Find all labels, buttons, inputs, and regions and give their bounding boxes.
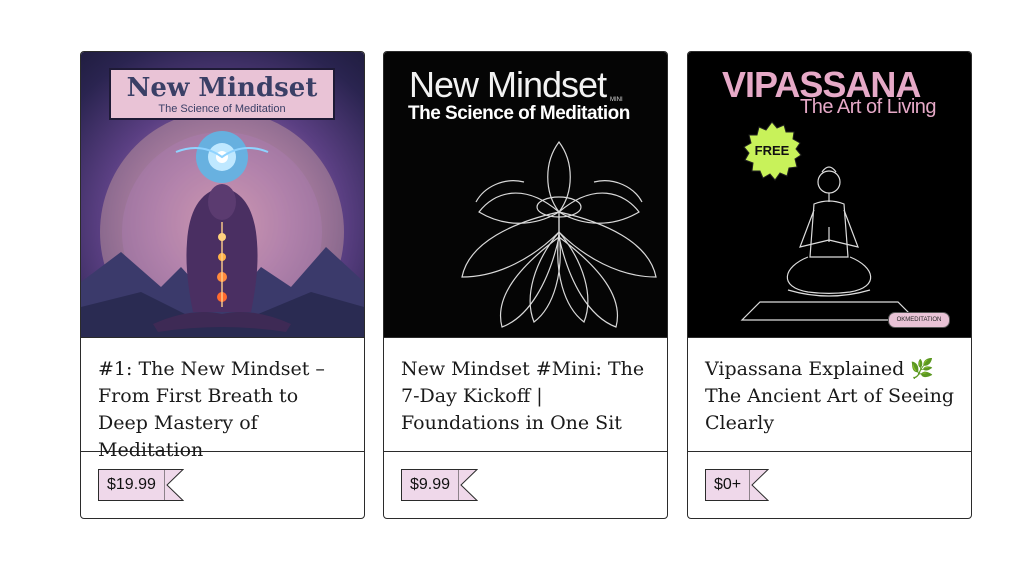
- product-title[interactable]: #1: The New Mindset – From First Breath …: [98, 356, 350, 464]
- product-price-area: $9.99: [384, 452, 667, 518]
- product-title[interactable]: New Mindset #Mini: The 7-Day Kickoff | F…: [401, 356, 653, 437]
- price-label: $0+: [705, 469, 750, 501]
- price-tag-tail-icon: [749, 469, 770, 501]
- cover-title: New Mindset: [126, 73, 318, 103]
- product-cover-image[interactable]: VIPASSANA The Art of Living FREE OKMEDIT…: [688, 52, 971, 337]
- cover-title: New Mindset: [409, 64, 607, 105]
- cover-subtitle: The Science of Meditation: [158, 103, 286, 115]
- price-label: $19.99: [98, 469, 164, 501]
- product-title-area: Vipassana Explained 🌿 The Ancient Art of…: [688, 337, 971, 452]
- product-price-area: $19.99: [81, 452, 364, 518]
- product-card-new-mindset[interactable]: New Mindset The Science of Meditation #1…: [80, 51, 365, 519]
- product-title-area: #1: The New Mindset – From First Breath …: [81, 337, 364, 461]
- price-tag: $19.99: [98, 469, 184, 501]
- product-card-vipassana[interactable]: VIPASSANA The Art of Living FREE OKMEDIT…: [687, 51, 972, 519]
- free-badge-label: FREE: [754, 143, 790, 158]
- price-tag: $0+: [705, 469, 770, 501]
- product-price-area: $0+: [688, 452, 971, 518]
- price-tag-tail-icon: [458, 469, 479, 501]
- cover-subtitle: The Science of Meditation: [408, 103, 630, 124]
- price-tag: $9.99: [401, 469, 479, 501]
- cover-subtitle: The Art of Living: [800, 96, 937, 118]
- product-grid: New Mindset The Science of Meditation #1…: [80, 51, 974, 521]
- price-label: $9.99: [401, 469, 459, 501]
- product-title-area: New Mindset #Mini: The 7-Day Kickoff | F…: [384, 337, 667, 452]
- product-card-new-mindset-mini[interactable]: New Mindset MINI The Science of Meditati…: [383, 51, 668, 519]
- price-tag-tail-icon: [163, 469, 184, 501]
- cover-title-frame: New Mindset The Science of Meditation: [109, 68, 335, 120]
- product-cover-image[interactable]: New Mindset The Science of Meditation: [81, 52, 364, 337]
- product-title[interactable]: Vipassana Explained 🌿 The Ancient Art of…: [705, 356, 957, 437]
- channel-handle-pill: OKMEDITATION: [888, 312, 950, 328]
- product-cover-image[interactable]: New Mindset MINI The Science of Meditati…: [384, 52, 667, 337]
